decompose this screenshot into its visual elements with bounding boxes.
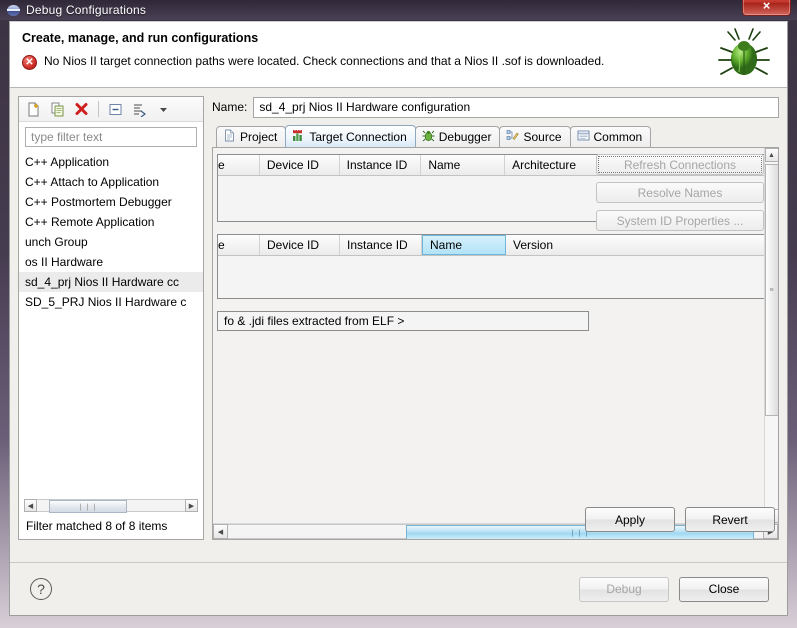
close-button[interactable]: Close bbox=[679, 576, 769, 602]
error-message: No Nios II target connection paths were … bbox=[44, 54, 605, 68]
header-message-row: ✕ No Nios II target connection paths wer… bbox=[22, 54, 775, 70]
tab-common[interactable]: Common bbox=[569, 126, 652, 147]
tab-label: Target Connection bbox=[309, 129, 407, 144]
vertical-scroll-thumb[interactable]: ≡ bbox=[764, 164, 778, 416]
system-table-body[interactable] bbox=[218, 256, 764, 298]
tab-target-connection[interactable]: Target Connection bbox=[285, 125, 416, 147]
window-close-button[interactable]: × bbox=[742, 0, 791, 16]
table-header-row: e Device ID Instance ID Name Version bbox=[218, 235, 764, 256]
duplicate-configuration-icon[interactable] bbox=[47, 99, 68, 119]
dialog-body: Create, manage, and run configurations ✕… bbox=[9, 21, 788, 616]
help-question-icon[interactable]: ? bbox=[30, 578, 52, 600]
tree-scroll-track[interactable]: ❘❘❘ bbox=[37, 499, 185, 513]
list-item[interactable]: os II Hardware bbox=[19, 252, 203, 272]
refresh-connections-button[interactable]: Refresh Connections bbox=[596, 154, 764, 175]
target-connection-icon bbox=[292, 129, 305, 145]
filter-configurations-icon[interactable] bbox=[129, 99, 150, 119]
column-header-name[interactable]: Name bbox=[421, 155, 506, 175]
column-header-instance-id[interactable]: Instance ID bbox=[340, 155, 422, 175]
column-header-device-id[interactable]: Device ID bbox=[260, 155, 340, 175]
list-item-selected[interactable]: sd_4_prj Nios II Hardware cc bbox=[19, 272, 203, 292]
tab-label: Source bbox=[523, 130, 562, 144]
configurations-tree-panel: type filter text C++ Application C++ Att… bbox=[18, 96, 204, 540]
apply-button[interactable]: Apply bbox=[585, 507, 675, 532]
scroll-right-arrow-icon[interactable]: ▶ bbox=[185, 499, 198, 512]
window-titlebar: Debug Configurations × bbox=[0, 0, 797, 20]
collapse-all-icon[interactable] bbox=[105, 99, 126, 119]
dialog-content: type filter text C++ Application C++ Att… bbox=[10, 88, 787, 540]
list-item[interactable]: C++ Postmortem Debugger bbox=[19, 192, 203, 212]
delete-configuration-icon[interactable] bbox=[71, 99, 92, 119]
configuration-name-row: Name: sd_4_prj Nios II Hardware configur… bbox=[212, 96, 779, 118]
column-header-version[interactable]: Version bbox=[506, 235, 764, 255]
vertical-scroll-track[interactable]: ≡ bbox=[764, 162, 778, 509]
column-header-name[interactable]: Name bbox=[422, 235, 506, 255]
green-bug-icon bbox=[718, 28, 770, 75]
system-id-properties-button[interactable]: System ID Properties ... bbox=[596, 210, 764, 231]
eclipse-globe-icon bbox=[7, 4, 20, 17]
tab-content-vertical-scrollbar[interactable]: ▲ ≡ ▼ bbox=[764, 148, 778, 523]
new-configuration-icon[interactable] bbox=[23, 99, 44, 119]
tab-project[interactable]: Project bbox=[216, 126, 287, 147]
field-spacer bbox=[213, 299, 764, 311]
common-list-icon bbox=[577, 129, 590, 145]
list-item[interactable]: SD_5_PRJ Nios II Hardware c bbox=[19, 292, 203, 312]
project-file-icon bbox=[223, 129, 236, 145]
tab-source[interactable]: Source bbox=[499, 126, 571, 147]
scroll-left-arrow-icon[interactable]: ◀ bbox=[213, 524, 228, 539]
elf-files-field[interactable]: fo & .jdi files extracted from ELF > bbox=[217, 311, 589, 331]
configuration-editor-panel: Name: sd_4_prj Nios II Hardware configur… bbox=[212, 96, 779, 540]
debugger-bug-icon bbox=[422, 129, 435, 145]
footer-buttons: Debug Close bbox=[579, 576, 769, 602]
close-icon: × bbox=[762, 0, 771, 13]
search-input[interactable]: type filter text bbox=[25, 127, 197, 147]
resolve-names-button[interactable]: Resolve Names bbox=[596, 182, 764, 203]
configuration-name-input[interactable]: sd_4_prj Nios II Hardware configuration bbox=[253, 96, 779, 118]
column-header-cable[interactable]: e bbox=[218, 155, 260, 175]
configurations-tree-list[interactable]: C++ Application C++ Attach to Applicatio… bbox=[19, 150, 203, 539]
list-item[interactable]: C++ Application bbox=[19, 152, 203, 172]
chevron-down-icon[interactable] bbox=[153, 99, 174, 119]
debug-configurations-window: Debug Configurations × Create, manage, a… bbox=[0, 0, 797, 628]
dialog-header: Create, manage, and run configurations ✕… bbox=[10, 22, 787, 88]
dialog-footer: ? Debug Close bbox=[10, 562, 787, 615]
target-connection-tab-panel: e Device ID Instance ID Name Architectur… bbox=[212, 148, 779, 540]
scroll-up-arrow-icon[interactable]: ▲ bbox=[764, 148, 778, 162]
tree-scroll-thumb[interactable]: ❘❘❘ bbox=[49, 500, 127, 513]
column-header-cable[interactable]: e bbox=[218, 235, 260, 255]
window-title: Debug Configurations bbox=[26, 3, 147, 17]
tab-debugger[interactable]: Debugger bbox=[414, 126, 501, 147]
toolbar-separator bbox=[98, 101, 99, 117]
list-item[interactable]: unch Group bbox=[19, 232, 203, 252]
tree-horizontal-scrollbar[interactable]: ◀ ❘❘❘ ▶ bbox=[24, 498, 198, 513]
list-item[interactable]: C++ Attach to Application bbox=[19, 172, 203, 192]
source-lookup-icon bbox=[506, 129, 520, 145]
target-connection-actions: Refresh Connections Resolve Names System… bbox=[596, 154, 764, 231]
system-table[interactable]: e Device ID Instance ID Name Version bbox=[217, 234, 764, 299]
debug-button[interactable]: Debug bbox=[579, 576, 669, 602]
revert-button[interactable]: Revert bbox=[685, 507, 775, 532]
page-title: Create, manage, and run configurations bbox=[22, 31, 259, 45]
tree-toolbar bbox=[19, 97, 203, 122]
column-header-device-id[interactable]: Device ID bbox=[260, 235, 340, 255]
apply-revert-row: Apply Revert bbox=[585, 507, 775, 532]
scroll-left-arrow-icon[interactable]: ◀ bbox=[24, 499, 37, 512]
name-label: Name: bbox=[212, 100, 248, 114]
list-item[interactable]: C++ Remote Application bbox=[19, 212, 203, 232]
column-header-instance-id[interactable]: Instance ID bbox=[340, 235, 422, 255]
configuration-tabs: Project Target Connection Debugger Sourc… bbox=[212, 125, 779, 148]
error-circle-icon: ✕ bbox=[22, 55, 37, 70]
tab-label: Project bbox=[240, 130, 278, 144]
tab-label: Debugger bbox=[438, 130, 492, 144]
tab-label: Common bbox=[593, 130, 643, 144]
tab-content-viewport: e Device ID Instance ID Name Architectur… bbox=[213, 148, 764, 523]
filter-status-text: Filter matched 8 of 8 items bbox=[19, 514, 203, 538]
